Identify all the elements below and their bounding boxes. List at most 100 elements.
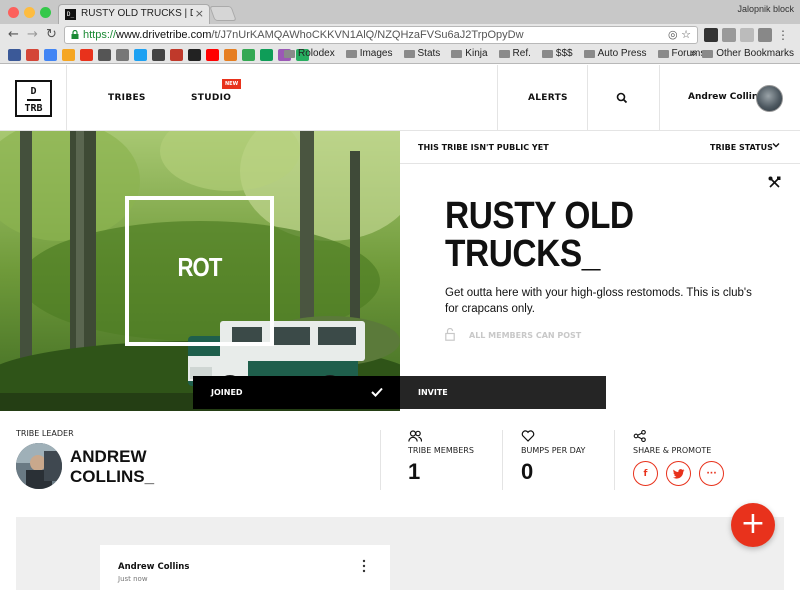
more-share-options-button[interactable]: ··· bbox=[699, 461, 724, 486]
new-badge: NEW bbox=[222, 79, 242, 89]
share-promote-section: SHARE & PROMOTE f ··· bbox=[633, 430, 724, 486]
bookmark-kinja[interactable]: Kinja bbox=[451, 48, 488, 59]
folder-icon bbox=[403, 49, 415, 58]
bookmark-icon[interactable] bbox=[62, 49, 75, 61]
tribe-title: RUSTY OLD TRUCKS_ bbox=[445, 197, 659, 273]
close-window-button[interactable] bbox=[8, 7, 19, 18]
drivetribe-logo[interactable]: D TRB bbox=[15, 80, 52, 117]
leader-photo bbox=[16, 443, 62, 489]
extension-icon[interactable] bbox=[740, 28, 754, 42]
new-tab-button[interactable] bbox=[209, 6, 237, 21]
browser-tab-strip: D_ RUSTY OLD TRUCKS | DRIVE × Jalopnik b… bbox=[0, 0, 800, 24]
folder-icon bbox=[657, 49, 669, 58]
extension-icon[interactable] bbox=[758, 28, 772, 42]
minimize-window-button[interactable] bbox=[24, 7, 35, 18]
bookmark-icon[interactable] bbox=[98, 49, 111, 61]
joined-button[interactable]: JOINED bbox=[193, 376, 400, 409]
facebook-share-button[interactable]: f bbox=[633, 461, 658, 486]
search-icon[interactable] bbox=[616, 92, 628, 104]
bookmark-icon[interactable] bbox=[170, 49, 183, 61]
youtube-icon[interactable] bbox=[206, 49, 219, 61]
bumps-per-day-stat: BUMPS PER DAY 0 bbox=[521, 430, 585, 485]
back-arrow-icon[interactable]: ← bbox=[8, 27, 19, 43]
tribe-status-dropdown[interactable]: TRIBE STATUS bbox=[710, 143, 773, 152]
other-bookmarks[interactable]: Other Bookmarks bbox=[702, 48, 794, 59]
tribe-logo-text: ROT bbox=[177, 252, 222, 282]
twitter-share-button[interactable] bbox=[666, 461, 691, 486]
bookmark-icon[interactable] bbox=[224, 49, 237, 61]
bookmark-icon[interactable] bbox=[80, 49, 93, 61]
more-bookmarks-button[interactable]: » bbox=[691, 48, 697, 59]
avatar[interactable] bbox=[756, 85, 783, 112]
bookmark-folders: Rolodex Images Stats Kinja Ref. $$$ Auto… bbox=[284, 48, 705, 59]
leader-avatar[interactable] bbox=[16, 443, 62, 489]
share-icon bbox=[633, 430, 646, 442]
leader-last-name: COLLINS_ bbox=[70, 467, 155, 486]
tribe-title-line-1: RUSTY OLD bbox=[445, 195, 634, 237]
more-options-icon[interactable] bbox=[362, 559, 366, 573]
url-text: https://www.drivetribe.com/t/J7nUrKAMQAW… bbox=[83, 29, 524, 41]
chevron-down-icon[interactable] bbox=[772, 141, 780, 149]
bookmark-icon[interactable] bbox=[188, 49, 201, 61]
zoom-window-button[interactable] bbox=[40, 7, 51, 18]
url-path: /t/J7nUrKAMQAWhoCKKVN1AlQ/NZQHzaFVSu6aJ2… bbox=[211, 29, 524, 41]
extension-icon[interactable] bbox=[704, 28, 718, 42]
header-divider bbox=[497, 65, 498, 131]
folder-icon bbox=[498, 49, 510, 58]
drivetribe-favicon-icon: D_ bbox=[65, 9, 76, 20]
feed-post-card[interactable]: Andrew Collins Just now bbox=[100, 545, 390, 590]
forward-arrow-icon[interactable]: → bbox=[27, 27, 38, 43]
calendar-icon[interactable] bbox=[44, 49, 57, 61]
bookmark-icon[interactable] bbox=[8, 49, 21, 61]
header-divider bbox=[66, 65, 67, 131]
tools-icon[interactable] bbox=[768, 176, 781, 189]
mail-icon[interactable] bbox=[26, 49, 39, 61]
stats-divider bbox=[502, 430, 503, 490]
browser-tab[interactable]: D_ RUSTY OLD TRUCKS | DRIVE × bbox=[58, 4, 210, 24]
bookmark-label: Other Bookmarks bbox=[716, 48, 794, 59]
post-timestamp: Just now bbox=[118, 575, 148, 583]
tribe-status-bar: THIS TRIBE ISN'T PUBLIC YET TRIBE STATUS bbox=[400, 131, 800, 164]
post-author[interactable]: Andrew Collins bbox=[118, 562, 189, 572]
bookmark-star-icon[interactable]: ◎ ☆ bbox=[668, 28, 691, 41]
bookmark-money[interactable]: $$$ bbox=[541, 48, 573, 59]
bookmark-ref[interactable]: Ref. bbox=[498, 48, 531, 59]
folder-icon bbox=[451, 49, 463, 58]
drive-icon[interactable] bbox=[242, 49, 255, 61]
bookmark-images[interactable]: Images bbox=[345, 48, 393, 59]
bookmark-rolodex[interactable]: Rolodex bbox=[284, 48, 335, 59]
url-scheme: https:// bbox=[83, 29, 117, 41]
tribe-action-bar: JOINED INVITE bbox=[193, 376, 606, 409]
extension-icon[interactable] bbox=[722, 28, 736, 42]
profile-label[interactable]: Jalopnik block bbox=[737, 4, 794, 14]
bookmark-label: Kinja bbox=[465, 48, 488, 59]
site-header: D TRB TRIBES STUDIO NEW ALERTS Andrew Co… bbox=[0, 65, 800, 131]
bookmark-auto-press[interactable]: Auto Press bbox=[583, 48, 647, 59]
joined-label: JOINED bbox=[211, 388, 243, 397]
address-bar[interactable]: https://www.drivetribe.com/t/J7nUrKAMQAW… bbox=[64, 26, 698, 44]
twitter-icon[interactable] bbox=[134, 49, 147, 61]
nav-tribes[interactable]: TRIBES bbox=[108, 93, 146, 103]
header-divider bbox=[659, 65, 660, 131]
user-name[interactable]: Andrew Collins bbox=[688, 92, 764, 102]
header-divider bbox=[587, 65, 588, 131]
create-post-button[interactable]: + bbox=[731, 503, 775, 547]
share-buttons: f ··· bbox=[633, 461, 724, 486]
invite-button[interactable]: INVITE bbox=[400, 376, 606, 409]
bookmark-icon[interactable] bbox=[116, 49, 129, 61]
bookmark-stats[interactable]: Stats bbox=[403, 48, 440, 59]
bookmark-label: Images bbox=[359, 48, 393, 59]
nav-studio[interactable]: STUDIO bbox=[191, 93, 231, 103]
folder-icon bbox=[284, 49, 295, 58]
bookmark-icon[interactable] bbox=[260, 49, 273, 61]
stats-divider bbox=[614, 430, 615, 490]
share-label: SHARE & PROMOTE bbox=[633, 446, 712, 455]
checkmark-icon bbox=[371, 387, 383, 397]
nav-alerts[interactable]: ALERTS bbox=[528, 93, 568, 103]
leader-name[interactable]: ANDREW COLLINS_ bbox=[70, 447, 154, 487]
browser-menu-icon[interactable]: ⋮ bbox=[776, 28, 790, 42]
close-tab-icon[interactable]: × bbox=[195, 7, 204, 20]
bookmark-icon[interactable] bbox=[152, 49, 165, 61]
heart-icon bbox=[521, 430, 535, 442]
reload-icon[interactable]: ↻ bbox=[46, 27, 57, 43]
